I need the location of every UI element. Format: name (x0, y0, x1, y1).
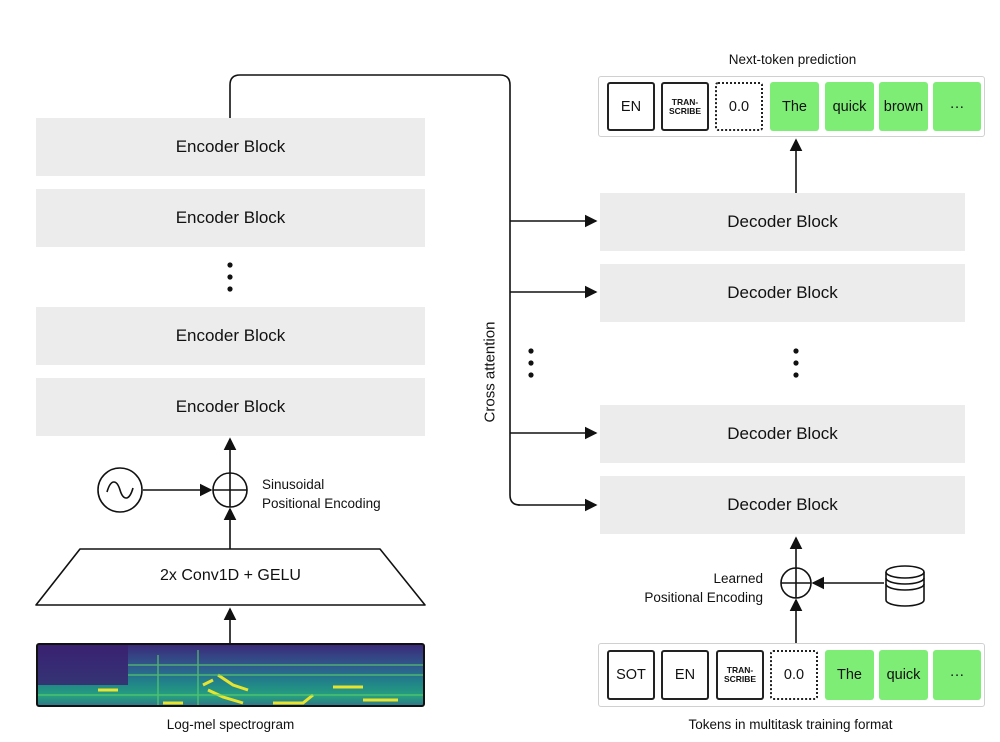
token-en: EN (661, 650, 709, 700)
input-token-sequence: SOT EN TRAN- SCRIBE 0.0 The quick ··· (598, 643, 985, 707)
token-ellipsis: ··· (933, 650, 981, 700)
decoder-block: Decoder Block (600, 405, 965, 463)
token-timestamp: 0.0 (770, 650, 818, 700)
output-token-sequence: EN TRAN- SCRIBE 0.0 The quick brown ··· (598, 76, 985, 137)
encoder-block: Encoder Block (36, 378, 425, 436)
token-text: brown (879, 82, 928, 131)
decoder-block: Decoder Block (600, 476, 965, 534)
add-icon (212, 472, 248, 508)
token-text: quick (825, 82, 874, 131)
tokens-caption: Tokens in multitask training format (688, 717, 893, 732)
sinusoid-icon (97, 467, 143, 513)
token-transcribe: TRAN- SCRIBE (716, 650, 764, 700)
token-sot: SOT (607, 650, 655, 700)
decoder-ellipsis-icon (793, 348, 799, 378)
encoder-block: Encoder Block (36, 118, 425, 176)
decoder-block: Decoder Block (600, 193, 965, 251)
token-transcribe: TRAN- SCRIBE (661, 82, 709, 131)
spectrogram-caption: Log-mel spectrogram (166, 717, 295, 732)
token-text: The (770, 82, 819, 131)
token-text: quick (879, 650, 928, 700)
conv-label: 2x Conv1D + GELU (160, 567, 301, 584)
encoder-ellipsis-icon (227, 262, 233, 292)
sinusoidal-label: Positional Encoding (262, 496, 381, 511)
token-timestamp: 0.0 (715, 82, 763, 131)
cross-attention-label: Cross attention (481, 321, 499, 423)
cross-ellipsis-icon (528, 348, 534, 378)
decoder-block: Decoder Block (600, 264, 965, 322)
next-token-title: Next-token prediction (728, 52, 857, 67)
spectrogram-image (38, 645, 423, 705)
token-en: EN (607, 82, 655, 131)
add-icon (780, 567, 812, 599)
database-icon (885, 565, 925, 607)
whisper-architecture-diagram: Encoder Block Encoder Block Encoder Bloc… (0, 0, 1000, 742)
log-mel-spectrogram (36, 643, 425, 707)
encoder-block: Encoder Block (36, 307, 425, 365)
token-ellipsis: ··· (933, 82, 981, 131)
encoder-block: Encoder Block (36, 189, 425, 247)
learned-label: Learned (713, 571, 763, 586)
learned-label: Positional Encoding (644, 590, 763, 605)
token-text: The (825, 650, 874, 700)
sinusoidal-label: Sinusoidal (262, 477, 325, 492)
